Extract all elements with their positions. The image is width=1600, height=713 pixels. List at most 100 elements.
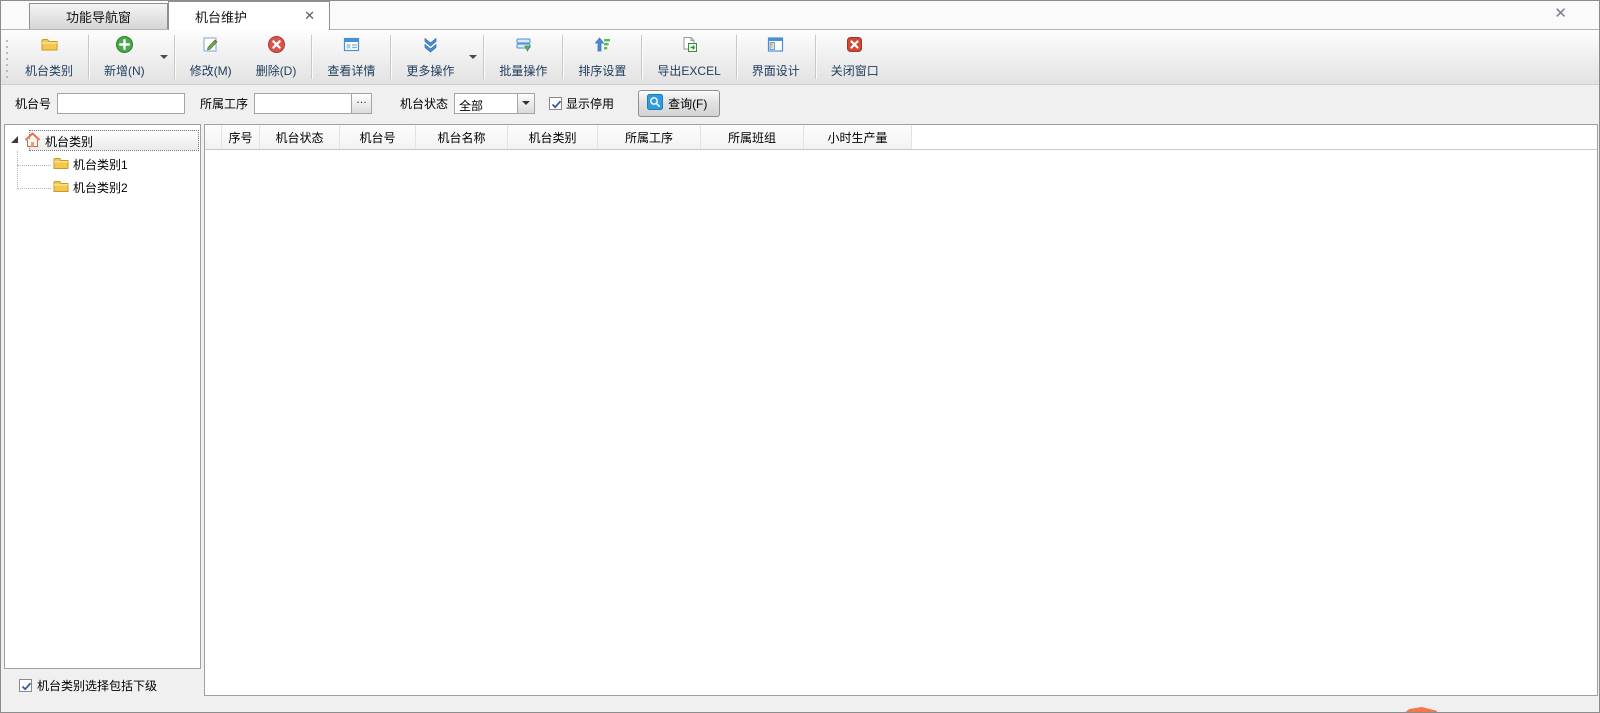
tab-machine-maintenance[interactable]: 机台维护 ✕	[168, 1, 330, 30]
tree-connector-line	[17, 188, 51, 189]
column-header-machine-no[interactable]: 机台号	[340, 125, 416, 149]
batch-operations-icon	[514, 35, 533, 59]
toolbar-separator	[641, 35, 642, 79]
toolbar-grip[interactable]	[5, 36, 10, 78]
close-window-icon	[845, 35, 864, 59]
tree-connector-line	[17, 151, 18, 189]
button-label: 新增(N)	[104, 62, 145, 79]
add-icon	[115, 35, 134, 59]
machine-category-button[interactable]: 机台类别	[13, 30, 85, 84]
toolbar-separator	[88, 35, 89, 79]
toolbar-separator	[390, 35, 391, 79]
column-header-hourly-output[interactable]: 小时生产量	[804, 125, 912, 149]
include-sublevel-checkbox[interactable]: 机台类别选择包括下级	[19, 677, 157, 694]
app-window: 功能导航窗 机台维护 ✕ ✕ 机台类别 新增(N)	[0, 0, 1600, 713]
more-actions-button[interactable]: 更多操作	[394, 30, 466, 84]
checkbox-icon	[19, 679, 32, 692]
tab-label: 功能导航窗	[66, 7, 131, 26]
toolbar-separator	[562, 35, 563, 79]
tree-node-label: 机台类别1	[73, 156, 128, 173]
delete-button[interactable]: 删除(D)	[244, 30, 309, 84]
column-header-team[interactable]: 所属班组	[701, 125, 804, 149]
checkbox-icon	[549, 97, 562, 110]
combobox-dropdown-button[interactable]	[517, 94, 534, 113]
grid-header-row: 序号 机台状态 机台号 机台名称 机台类别 所属工序 所属班组 小时生产量	[205, 125, 1597, 150]
tree-node-category-2[interactable]: 机台类别2	[53, 177, 128, 197]
modify-button[interactable]: 修改(M)	[178, 30, 244, 84]
batch-operations-button[interactable]: 批量操作	[487, 30, 559, 84]
tab-label: 机台维护	[195, 7, 247, 26]
tree-node-root[interactable]: 机台类别	[10, 131, 93, 151]
process-lookup-field: …	[254, 93, 372, 114]
toolbar-separator	[174, 35, 175, 79]
column-header-status[interactable]: 机台状态	[260, 125, 340, 149]
button-label: 排序设置	[578, 62, 626, 79]
sort-settings-button[interactable]: 排序设置	[566, 30, 638, 84]
combobox-value: 全部	[455, 94, 517, 113]
toolbar-separator	[483, 35, 484, 79]
column-header-seq[interactable]: 序号	[222, 125, 260, 149]
tree-node-category-1[interactable]: 机台类别1	[53, 154, 128, 174]
button-label: 界面设计	[752, 62, 800, 79]
chevron-down-icon	[522, 101, 530, 105]
button-label: 批量操作	[499, 62, 547, 79]
machine-grid-panel: 序号 机台状态 机台号 机台名称 机台类别 所属工序 所属班组 小时生产量	[204, 124, 1598, 696]
machine-no-input[interactable]	[57, 93, 185, 114]
more-actions-dropdown-arrow-icon[interactable]	[466, 30, 480, 84]
home-icon	[24, 132, 41, 151]
show-disabled-label: 显示停用	[566, 95, 614, 112]
folder-icon	[40, 35, 59, 59]
tree-node-label: 机台类别2	[73, 179, 128, 196]
ui-design-button[interactable]: 界面设计	[740, 30, 812, 84]
column-header-name[interactable]: 机台名称	[416, 125, 508, 149]
tab-close-icon[interactable]: ✕	[300, 8, 319, 24]
delete-icon	[267, 35, 286, 59]
export-excel-button[interactable]: 导出EXCEL	[645, 30, 732, 84]
machine-category-tree-panel: 机台类别 机台类别1 机台类别2	[4, 124, 201, 669]
process-label: 所属工序	[200, 95, 248, 112]
button-label: 机台类别	[25, 62, 73, 79]
tab-bar: 功能导航窗 机台维护 ✕	[1, 1, 1599, 30]
button-label: 更多操作	[406, 62, 454, 79]
tree-node-label: 机台类别	[45, 133, 93, 150]
close-window-button[interactable]: 关闭窗口	[819, 30, 891, 84]
include-sublevel-label: 机台类别选择包括下级	[37, 677, 157, 694]
view-details-button[interactable]: 查看详情	[315, 30, 387, 84]
expand-collapse-icon[interactable]	[10, 134, 20, 148]
button-label: 查看详情	[327, 62, 375, 79]
show-disabled-checkbox[interactable]: 显示停用	[549, 95, 614, 112]
button-label: 关闭窗口	[831, 62, 879, 79]
search-icon	[647, 94, 663, 113]
more-actions-icon	[421, 35, 440, 59]
column-header-process[interactable]: 所属工序	[598, 125, 701, 149]
window-close-icon[interactable]: ✕	[1550, 5, 1571, 23]
query-button[interactable]: 查询(F)	[638, 90, 720, 117]
machine-no-label: 机台号	[15, 95, 51, 112]
tab-function-navigation[interactable]: 功能导航窗	[29, 3, 168, 29]
toolbar: 机台类别 新增(N) 修改(M) 删除(D)	[1, 30, 1599, 85]
edit-icon	[201, 35, 220, 59]
machine-status-combobox[interactable]: 全部	[454, 93, 535, 114]
folder-icon	[53, 179, 69, 196]
filter-bar: 机台号 所属工序 … 机台状态 全部 显示停用 查询(F)	[1, 85, 1599, 121]
process-input[interactable]	[255, 94, 351, 113]
process-lookup-button[interactable]: …	[351, 94, 371, 113]
export-excel-icon	[680, 35, 699, 59]
sort-settings-icon	[593, 35, 612, 59]
view-details-icon	[342, 35, 361, 59]
machine-status-label: 机台状态	[400, 95, 448, 112]
row-indicator-header	[205, 125, 222, 149]
toolbar-separator	[736, 35, 737, 79]
button-label: 修改(M)	[190, 62, 232, 79]
query-button-label: 查询(F)	[668, 95, 707, 112]
ui-design-icon	[766, 35, 785, 59]
add-dropdown-arrow-icon[interactable]	[157, 30, 171, 84]
button-label: 导出EXCEL	[657, 62, 720, 79]
column-header-category[interactable]: 机台类别	[508, 125, 598, 149]
add-button[interactable]: 新增(N)	[92, 30, 157, 84]
button-label: 删除(D)	[256, 62, 297, 79]
toolbar-separator	[815, 35, 816, 79]
tree-connector-line	[17, 165, 51, 166]
folder-icon	[53, 156, 69, 173]
grid-body-empty[interactable]	[205, 150, 1597, 695]
